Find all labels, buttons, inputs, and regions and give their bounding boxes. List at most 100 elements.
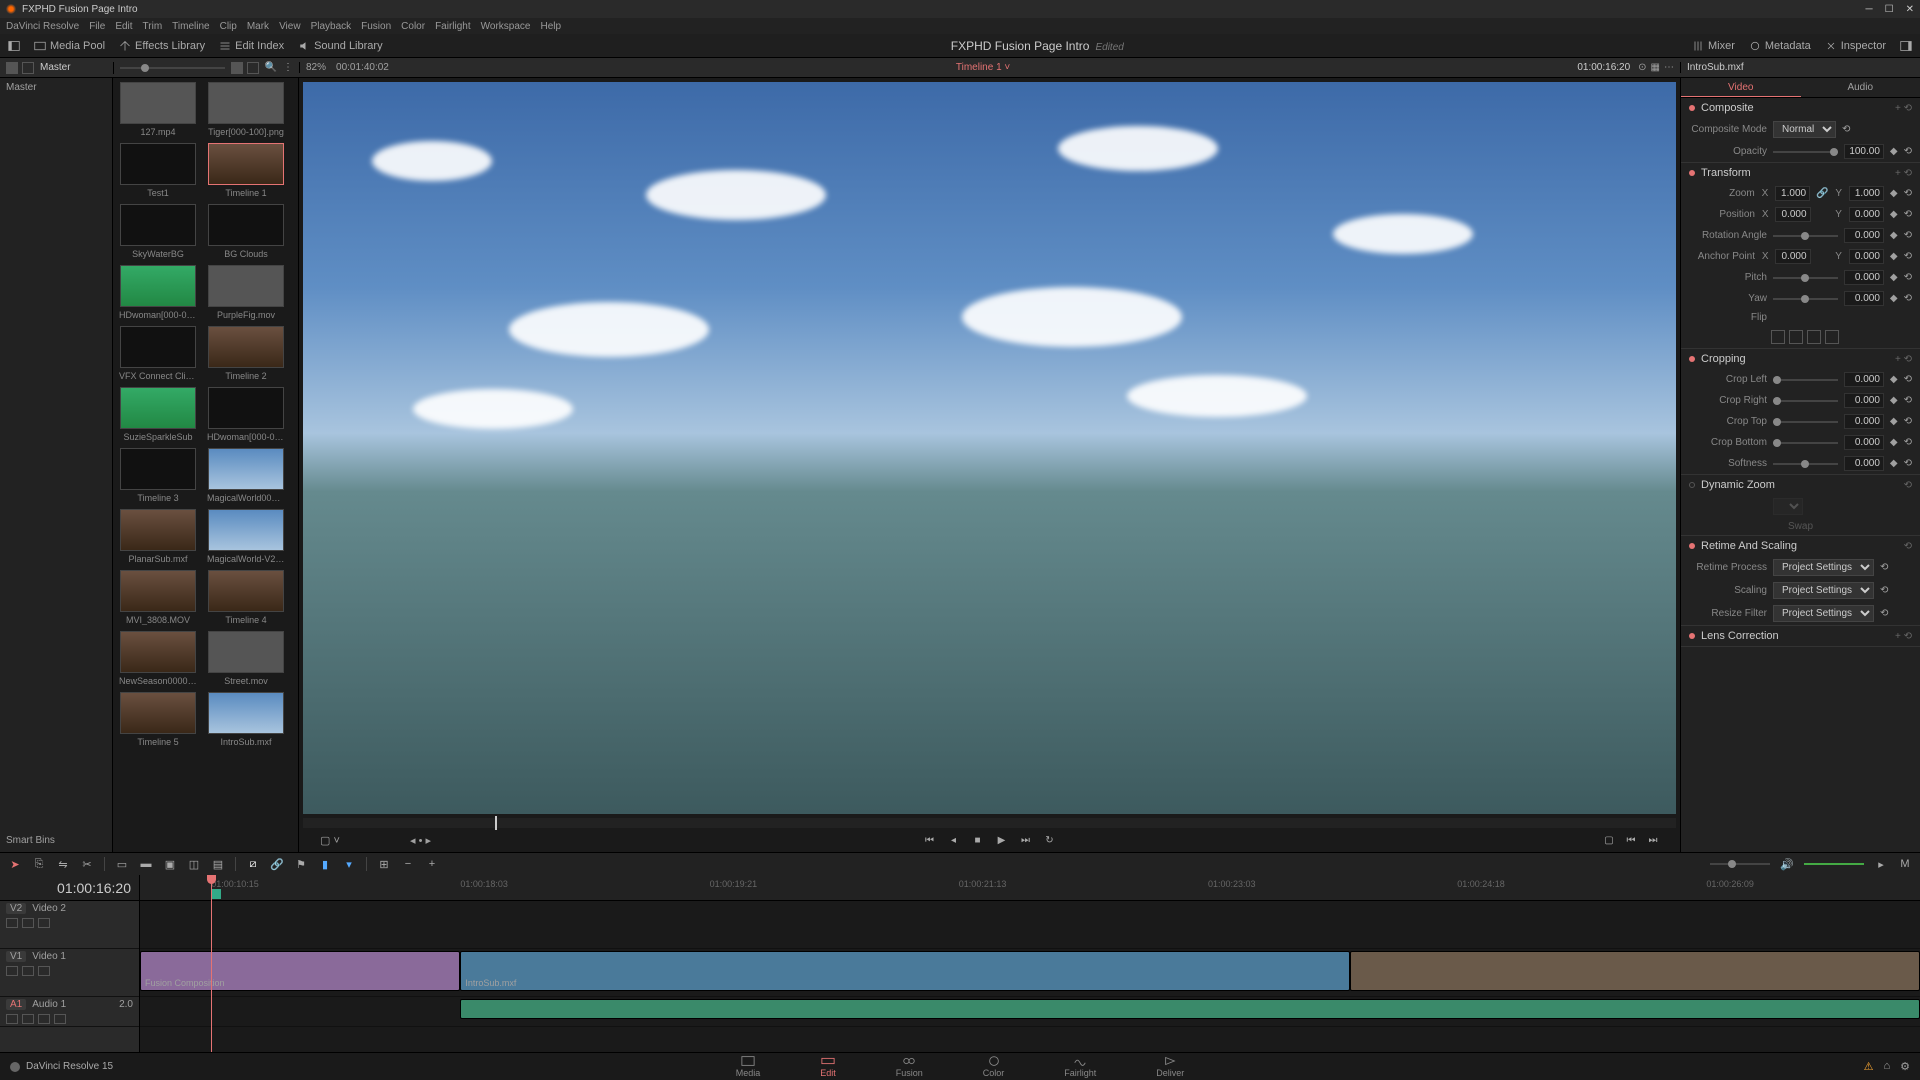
v1-view-icon[interactable]: [38, 966, 50, 976]
list-view-icon[interactable]: [247, 62, 259, 74]
media-thumb[interactable]: VFX Connect Clip 3: [117, 326, 199, 381]
dynzoom-reset-icon[interactable]: ⟲: [1904, 480, 1912, 491]
inspector-button[interactable]: Inspector: [1825, 40, 1886, 52]
lens-reset-icon[interactable]: + ⟲: [1895, 631, 1912, 642]
media-thumb[interactable]: Timeline 1: [205, 143, 287, 198]
v2-view-icon[interactable]: [38, 918, 50, 928]
track-header-a1[interactable]: A1Audio 12.0: [0, 997, 139, 1027]
effects-library-button[interactable]: Effects Library: [119, 40, 205, 52]
media-thumb[interactable]: PlanarSub.mxf: [117, 509, 199, 564]
composite-reset-icon[interactable]: + ⟲: [1895, 103, 1912, 114]
thumb-size-slider[interactable]: [141, 64, 149, 72]
menu-file[interactable]: File: [89, 21, 105, 32]
warning-icon[interactable]: ⚠: [1864, 1060, 1874, 1073]
page-tab-fusion[interactable]: Fusion: [896, 1055, 923, 1078]
flip-v-icon[interactable]: [1789, 330, 1803, 344]
pitch-value[interactable]: 0.000: [1844, 270, 1884, 285]
timeline-ruler[interactable]: 01:00:10:1501:00:18:0301:00:19:2101:00:2…: [140, 875, 1920, 901]
media-thumb[interactable]: NewSeason0000.mov: [117, 631, 199, 686]
track-header-v1[interactable]: V1Video 1: [0, 949, 139, 997]
v1-lock-icon[interactable]: [6, 966, 18, 976]
menu-color[interactable]: Color: [401, 21, 425, 32]
media-thumb[interactable]: PurpleFig.mov: [205, 265, 287, 320]
menu-trim[interactable]: Trim: [143, 21, 163, 32]
timeline-timecode[interactable]: 01:00:16:20: [0, 875, 139, 901]
volume-slider[interactable]: [1804, 863, 1864, 865]
media-thumb[interactable]: Timeline 2: [205, 326, 287, 381]
timeline-tracks[interactable]: 01:00:10:1501:00:18:0301:00:19:2101:00:2…: [140, 875, 1920, 1052]
edit-index-button[interactable]: Edit Index: [219, 40, 284, 52]
anchor-x-value[interactable]: 0.000: [1775, 249, 1810, 264]
a1-mute-icon[interactable]: [22, 1014, 34, 1024]
zoom-y-value[interactable]: 1.000: [1849, 186, 1884, 201]
opacity-value[interactable]: 100.00: [1844, 144, 1884, 159]
track-v1-lane[interactable]: Fusion Composition IntroSub.mxf: [140, 949, 1920, 997]
mute-icon[interactable]: M: [1898, 857, 1912, 871]
settings-gear-icon[interactable]: ⚙: [1900, 1060, 1910, 1073]
toggle-inspector-panel-button[interactable]: [1900, 40, 1912, 52]
playhead[interactable]: [211, 875, 212, 1052]
menu-workspace[interactable]: Workspace: [481, 21, 531, 32]
menu-fairlight[interactable]: Fairlight: [435, 21, 471, 32]
composite-header[interactable]: Composite: [1701, 102, 1754, 114]
viewer-mode-icon[interactable]: ▢ ˅: [320, 834, 340, 847]
position-y-value[interactable]: 0.000: [1849, 207, 1884, 222]
crop-left-slider[interactable]: [1773, 379, 1838, 381]
snap-icon[interactable]: ⊞: [377, 857, 391, 871]
composite-mode-reset[interactable]: ⟲: [1842, 124, 1850, 135]
transform-reset-icon[interactable]: + ⟲: [1895, 168, 1912, 179]
track-v2-lane[interactable]: [140, 901, 1920, 949]
crop-top-slider[interactable]: [1773, 421, 1838, 423]
in-point-marker[interactable]: [211, 889, 221, 899]
rotation-value[interactable]: 0.000: [1844, 228, 1884, 243]
pitch-slider[interactable]: [1773, 277, 1838, 279]
go-start-button[interactable]: ⏮: [923, 833, 937, 847]
master-bin[interactable]: Master: [0, 78, 112, 97]
menu-help[interactable]: Help: [540, 21, 561, 32]
a1-view-icon[interactable]: [54, 1014, 66, 1024]
lens-header[interactable]: Lens Correction: [1701, 630, 1779, 642]
opacity-reset-icon[interactable]: ⟲: [1904, 146, 1912, 157]
media-thumb[interactable]: Test1: [117, 143, 199, 198]
track-header-v2[interactable]: V2Video 2: [0, 901, 139, 949]
link-icon[interactable]: 🔗: [1816, 188, 1828, 199]
media-thumb[interactable]: Timeline 5: [117, 692, 199, 747]
inspector-tab-video[interactable]: Video: [1681, 78, 1801, 97]
viewer-prev-icon[interactable]: ⏮: [1624, 833, 1638, 847]
metadata-button[interactable]: Metadata: [1749, 40, 1811, 52]
menu-edit[interactable]: Edit: [115, 21, 132, 32]
page-tab-fairlight[interactable]: Fairlight: [1064, 1055, 1096, 1078]
track-a1-lane[interactable]: [140, 997, 1920, 1027]
master-label[interactable]: Master: [40, 62, 71, 73]
media-thumb[interactable]: Timeline 3: [117, 448, 199, 503]
viewer-next-icon[interactable]: ⏭: [1646, 833, 1660, 847]
close-button[interactable]: ✕: [1906, 4, 1914, 15]
anchor-y-value[interactable]: 0.000: [1849, 249, 1884, 264]
media-thumb[interactable]: MagicalWorld0000.m...: [205, 448, 287, 503]
menu-timeline[interactable]: Timeline: [172, 21, 209, 32]
composite-mode-select[interactable]: Normal: [1773, 121, 1836, 138]
stop-button[interactable]: ■: [971, 833, 985, 847]
menu-mark[interactable]: Mark: [247, 21, 269, 32]
maximize-button[interactable]: ☐: [1885, 4, 1894, 15]
play-button[interactable]: ▶: [995, 833, 1009, 847]
resize-filter-select[interactable]: Project Settings: [1773, 605, 1874, 622]
home-icon[interactable]: ⌂: [1883, 1060, 1890, 1073]
timeline-zoom-slider[interactable]: [1728, 860, 1736, 868]
match-frame-icon[interactable]: ▢: [1602, 833, 1616, 847]
media-thumb[interactable]: HDwoman[000-000]...: [205, 387, 287, 442]
inspector-tab-audio[interactable]: Audio: [1801, 78, 1920, 97]
clip-generic[interactable]: [1350, 951, 1920, 991]
append-icon[interactable]: ▤: [211, 857, 225, 871]
retime-header[interactable]: Retime And Scaling: [1701, 540, 1797, 552]
mixer-button[interactable]: Mixer: [1692, 40, 1735, 52]
flag-icon[interactable]: ⚑: [294, 857, 308, 871]
media-thumb[interactable]: HDwoman[000-000]...: [117, 265, 199, 320]
crop-right-slider[interactable]: [1773, 400, 1838, 402]
audio-clip[interactable]: [460, 999, 1920, 1019]
pool-alt-view-icon[interactable]: [22, 62, 34, 74]
search-icon[interactable]: 🔍: [265, 62, 277, 73]
a1-solo-icon[interactable]: [38, 1014, 50, 1024]
page-tab-media[interactable]: Media: [736, 1055, 761, 1078]
crop-bottom-slider[interactable]: [1773, 442, 1838, 444]
